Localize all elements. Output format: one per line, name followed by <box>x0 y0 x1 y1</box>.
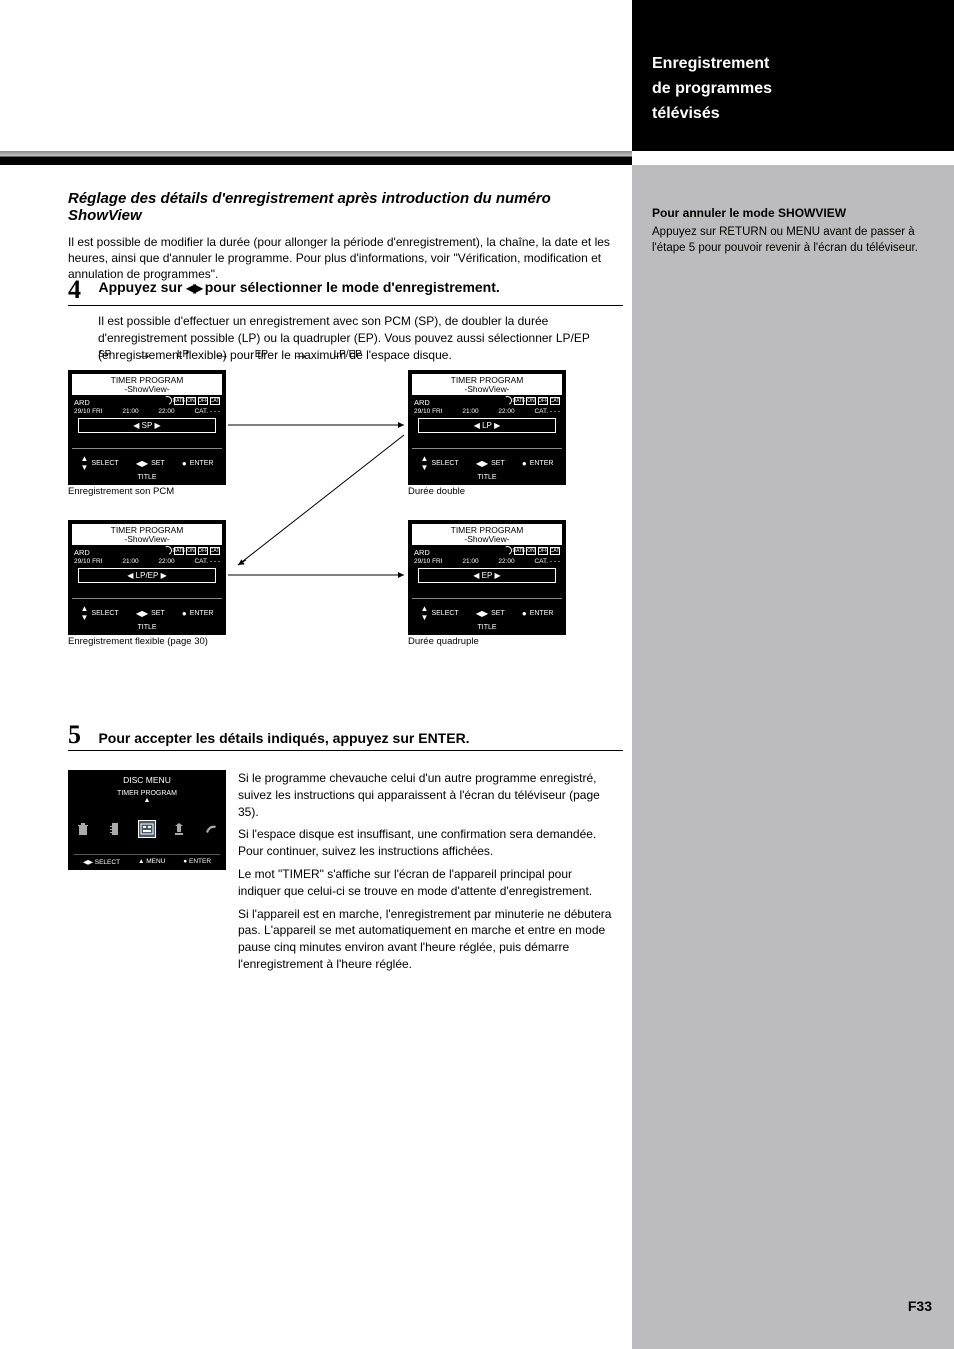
menu-item-label: TIMER PROGRAM <box>68 790 226 797</box>
panel-controls: ▲▼SELECT ◀▶SET ●ENTER TITLE <box>72 448 222 481</box>
header-line2: de programmes <box>652 80 772 98</box>
dot-icon: ● <box>522 459 527 468</box>
panel-sp: TIMER PROGRAM -ShowView- ARD DATE ON OFF… <box>68 370 226 485</box>
leftright-icon: ◀▶ <box>476 609 488 618</box>
panel-lp: TIMER PROGRAM -ShowView- ARD DATE ON OFF… <box>408 370 566 485</box>
vps-pdc-icon <box>162 395 174 407</box>
header-black-box: Enregistrement de programmes télévisés <box>632 0 954 151</box>
dot-icon: ● <box>182 459 187 468</box>
timer-program-icon <box>138 820 156 838</box>
panel-title: TIMER PROGRAM -ShowView- <box>72 374 222 395</box>
setup-icon <box>202 820 220 838</box>
date-icon: DATE <box>174 397 184 405</box>
step5-title: Pour accepter les détails indiqués, appu… <box>98 730 469 746</box>
rule-line <box>68 305 623 306</box>
step-5: 5 Pour accepter les détails indiqués, ap… <box>68 720 628 750</box>
caption-ep: Durée quadruple <box>408 637 568 647</box>
mode-diagram: SP → LP → EP → LP/EP TIMER PROGRAM -Show… <box>68 345 623 675</box>
step5-body: Si le programme chevauche celui d'un aut… <box>238 770 618 973</box>
dot-icon: ● <box>522 609 527 618</box>
caret-up-icon: ▲ <box>68 797 226 804</box>
off-icon: OFF <box>198 397 208 405</box>
sidebar-note: Pour annuler le mode SHOWVIEW Appuyez su… <box>652 205 934 256</box>
disc-info-icon <box>106 820 124 838</box>
on-icon: ON <box>186 397 196 405</box>
arrow-right-icon: → <box>114 347 174 363</box>
caret-up-icon: ▲ <box>138 858 144 865</box>
sidebar-heading: Pour annuler le mode SHOWVIEW <box>652 205 934 221</box>
playlist-icon <box>170 820 188 838</box>
left-right-arrow-icon: ◀▶ <box>186 281 200 295</box>
panel-channel: ARD <box>74 398 90 407</box>
menu-title: DISC MENU <box>68 775 226 785</box>
vps-pdc-icon <box>502 395 514 407</box>
sidebar: Pour annuler le mode SHOWVIEW Appuyez su… <box>632 165 954 1349</box>
trash-icon <box>74 820 92 838</box>
gradient-divider <box>0 151 632 165</box>
leftright-icon: ◀▶ <box>83 859 93 866</box>
panel-title: TIMER PROGRAM -ShowView- <box>412 374 562 395</box>
vps-pdc-icon <box>162 545 174 557</box>
leftright-icon: ◀▶ <box>136 459 148 468</box>
arrow-right-icon: → <box>271 347 331 363</box>
connector-lines <box>226 370 408 640</box>
panel-indicator-row: DATE ON OFF CAT. <box>163 396 220 405</box>
panel-lpep: TIMER PROGRAM -ShowView- ARD DATE ON OFF… <box>68 520 226 635</box>
step4-number: 4 <box>68 275 94 305</box>
caption-lpep: Enregistrement flexible (page 30) <box>68 637 228 647</box>
caption-lp: Durée double <box>408 487 568 497</box>
leftright-icon: ◀▶ <box>136 609 148 618</box>
caption-sp: Enregistrement son PCM <box>68 487 228 497</box>
sidebar-body: Appuyez sur RETURN ou MENU avant de pass… <box>652 225 934 256</box>
mode-field: ◀ SP ▶ <box>78 418 216 433</box>
intro-block: Réglage des détails d'enregistrement apr… <box>68 190 628 283</box>
menu-controls: ◀▶ SELECT ▲ MENU ● ENTER <box>74 854 220 866</box>
cat-icon: CAT. <box>210 397 220 405</box>
intro-heading: Réglage des détails d'enregistrement apr… <box>68 190 628 224</box>
step5-number: 5 <box>68 720 94 750</box>
dot-icon: ● <box>182 609 187 618</box>
vps-pdc-icon <box>502 545 514 557</box>
rule-line <box>68 750 623 751</box>
arrow-right-icon: → <box>192 347 252 363</box>
updown-icon: ▲▼ <box>421 604 429 622</box>
panel-ep: TIMER PROGRAM -ShowView- ARD DATE ON OFF… <box>408 520 566 635</box>
header-line1: Enregistrement <box>652 55 769 73</box>
flow-sequence: SP → LP → EP → LP/EP <box>98 345 618 361</box>
header-line3: télévisés <box>652 105 720 123</box>
disc-menu-panel: DISC MENU TIMER PROGRAM ▲ ◀▶ SELECT ▲ ME… <box>68 770 226 870</box>
updown-icon: ▲▼ <box>81 604 89 622</box>
step4-title: Appuyez sur ◀▶ pour sélectionner le mode… <box>98 279 499 295</box>
updown-icon: ▲▼ <box>421 454 429 472</box>
page-number: F33 <box>908 1298 932 1314</box>
leftright-icon: ◀▶ <box>476 459 488 468</box>
menu-icon-shelf <box>74 820 220 838</box>
updown-icon: ▲▼ <box>81 454 89 472</box>
dot-icon: ● <box>183 858 187 865</box>
